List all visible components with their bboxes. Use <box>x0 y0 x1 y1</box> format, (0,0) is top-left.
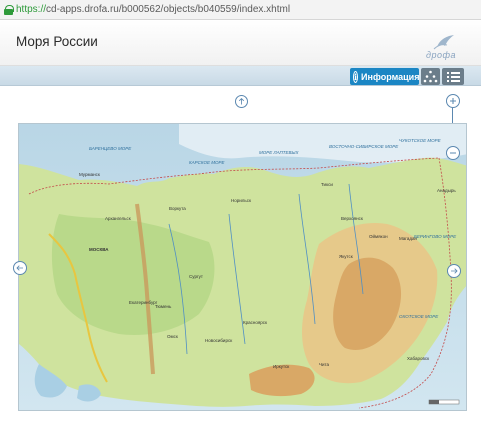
city-label: Анадырь <box>437 188 456 193</box>
city-label: Екатеринбург <box>129 300 158 305</box>
app-header: Моря России дрофа <box>0 20 481 66</box>
drofa-logo: дрофа <box>423 32 459 62</box>
zoom-out-button[interactable] <box>446 146 460 160</box>
city-label: Омск <box>167 334 178 339</box>
dots-icon <box>423 70 438 83</box>
city-label: Якутск <box>339 254 353 259</box>
pan-up-button[interactable] <box>235 95 248 108</box>
city-label: Новосибирск <box>205 338 233 343</box>
city-label: Красноярск <box>243 320 268 325</box>
list-icon <box>447 72 460 82</box>
map-image <box>19 124 466 410</box>
info-button[interactable]: i Информация <box>350 68 419 85</box>
city-label: Архангельск <box>105 216 131 221</box>
plus-icon <box>450 98 456 104</box>
city-label: Магадан <box>399 236 417 241</box>
info-button-label: Информация <box>361 71 420 82</box>
city-label: Сургут <box>189 274 203 279</box>
logo-text: дрофа <box>425 50 456 60</box>
pan-left-button[interactable] <box>13 261 27 275</box>
info-icon: i <box>353 70 359 83</box>
arrow-right-icon <box>451 268 458 274</box>
city-label: Тюмень <box>155 304 172 309</box>
minus-icon <box>450 152 456 154</box>
sea-label: МОРЕ ЛАПТЕВЫХ <box>259 150 299 155</box>
city-label: Мурманск <box>79 172 100 177</box>
pan-right-button[interactable] <box>447 264 461 278</box>
city-label: Верхоянск <box>341 216 363 221</box>
sea-label: ВОСТОЧНО-СИБИРСКОЕ МОРЕ <box>329 144 399 149</box>
sea-label: БЕРИНГОВО МОРЕ <box>414 234 457 239</box>
city-label: МОСКВА <box>89 247 109 252</box>
city-label: Чита <box>319 362 330 367</box>
city-label: Оймякон <box>369 234 388 239</box>
lock-icon <box>4 4 14 15</box>
bird-logo-icon <box>433 35 454 50</box>
page-title: Моря России <box>16 34 98 49</box>
city-label: Тикси <box>321 182 333 187</box>
points-view-button[interactable] <box>421 68 440 85</box>
list-view-button[interactable] <box>442 68 464 85</box>
zoom-in-button[interactable] <box>446 94 460 108</box>
city-label: Воркута <box>169 206 186 211</box>
city-label: Норильск <box>231 198 251 203</box>
arrow-left-icon <box>16 265 23 271</box>
city-label: Хабаровск <box>407 356 430 361</box>
arrow-up-icon <box>238 97 245 105</box>
sea-label: БАРЕНЦЕВО МОРЕ <box>89 146 132 151</box>
browser-address-bar[interactable]: https://cd-apps.drofa.ru/b000562/objects… <box>0 0 481 20</box>
url-text[interactable]: https://cd-apps.drofa.ru/b000562/objects… <box>16 4 290 15</box>
sea-label: ОХОТСКОЕ МОРЕ <box>399 314 439 319</box>
sea-label: КАРСКОЕ МОРЕ <box>189 160 225 165</box>
toolbar: i Информация <box>0 66 481 86</box>
city-label: Иркутск <box>273 364 290 369</box>
russia-seas-map[interactable]: КАРСКОЕ МОРЕ МОРЕ ЛАПТЕВЫХ ВОСТОЧНО-СИБИ… <box>18 123 467 411</box>
sea-label: ЧУКОТСКОЕ МОРЕ <box>399 138 441 143</box>
